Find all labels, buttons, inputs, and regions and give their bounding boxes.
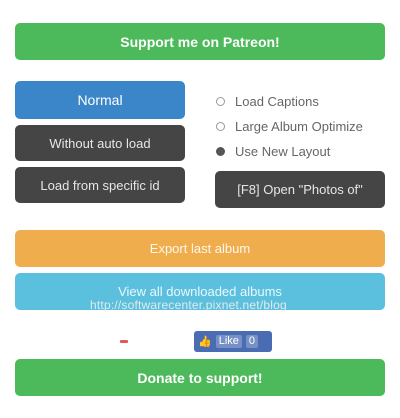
like-label[interactable]: Like: [215, 335, 242, 348]
like-count: 0: [245, 335, 259, 348]
option-label: Load Captions: [235, 94, 319, 109]
option-large-album-optimize[interactable]: Large Album Optimize: [216, 119, 363, 134]
facebook-like-widget[interactable]: 👍 Like 0: [194, 331, 272, 352]
option-label: Large Album Optimize: [235, 119, 363, 134]
radio-icon[interactable]: [216, 97, 225, 106]
donate-button[interactable]: Donate to support!: [15, 359, 385, 396]
patreon-support-button[interactable]: Support me on Patreon!: [15, 23, 385, 60]
watermark-text: http://softwarecenter.pixnet.net/blog: [90, 298, 287, 312]
thumbs-up-icon: 👍: [198, 336, 212, 348]
open-photos-of-button[interactable]: [F8] Open "Photos of": [215, 171, 385, 208]
radio-icon[interactable]: [216, 122, 225, 131]
option-load-captions[interactable]: Load Captions: [216, 94, 319, 109]
without-auto-load-button[interactable]: Without auto load: [15, 125, 185, 161]
option-use-new-layout[interactable]: Use New Layout: [216, 144, 330, 159]
option-label: Use New Layout: [235, 144, 331, 159]
flag-icon[interactable]: [116, 335, 132, 347]
normal-button[interactable]: Normal: [15, 81, 185, 119]
export-last-album-button[interactable]: Export last album: [15, 230, 385, 267]
load-from-specific-id-button[interactable]: Load from specific id: [15, 167, 185, 203]
radio-checked-icon[interactable]: [216, 147, 225, 156]
